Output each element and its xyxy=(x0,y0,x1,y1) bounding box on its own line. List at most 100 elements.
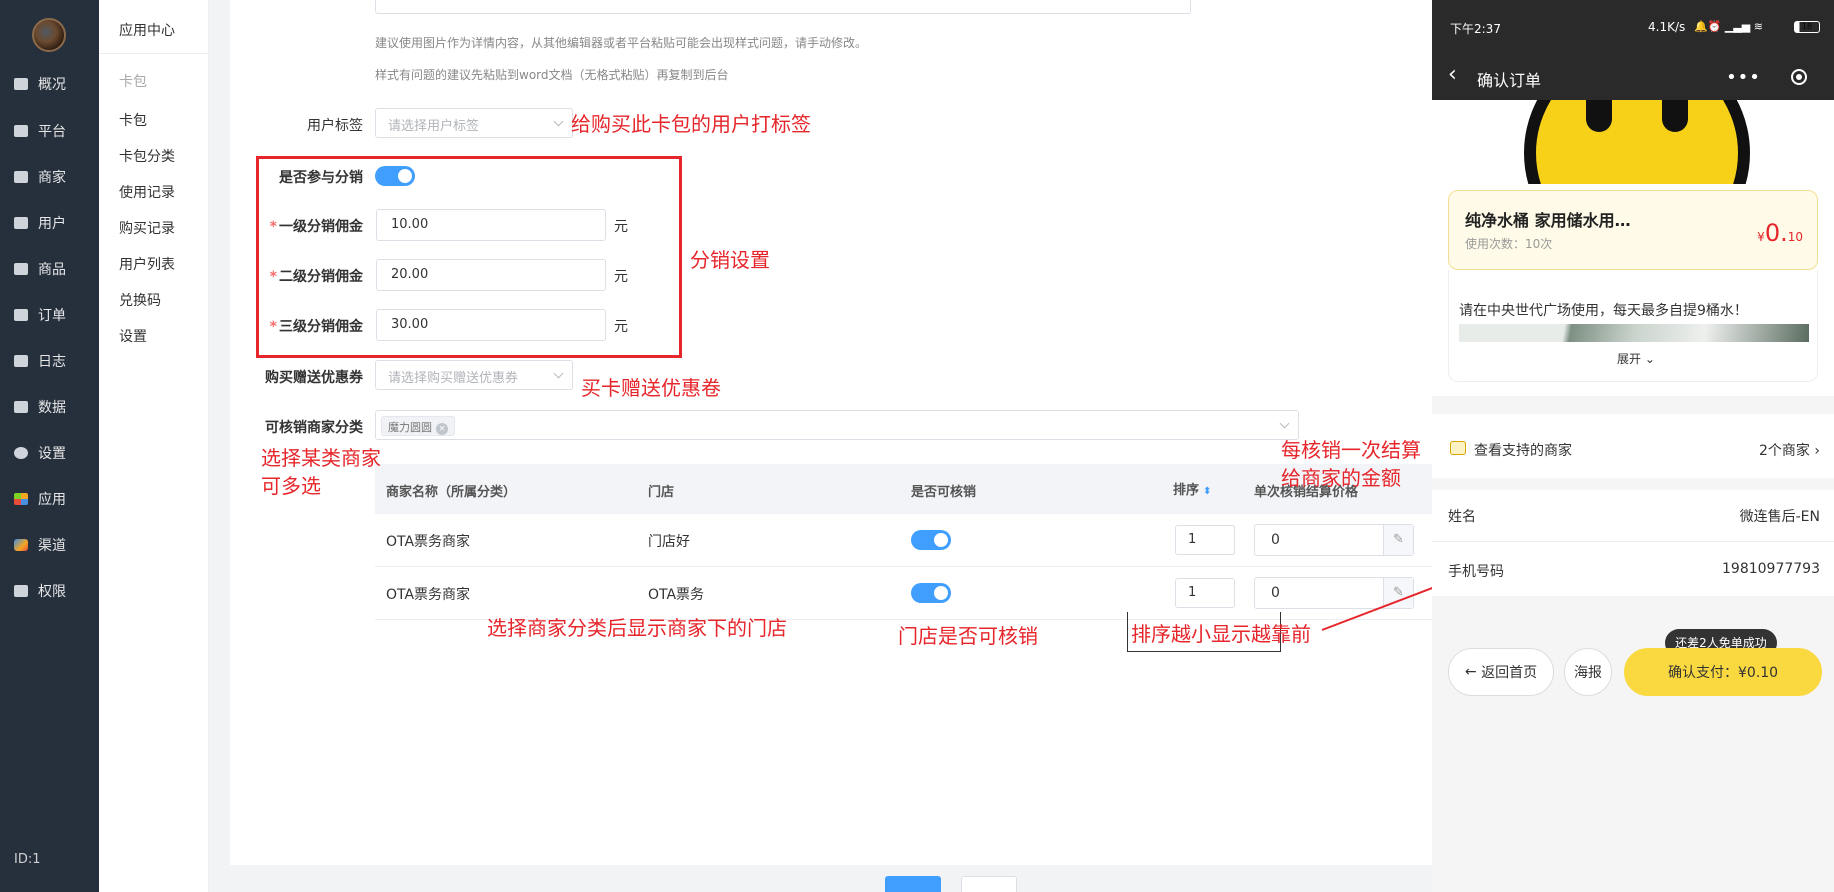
row2-enabled-toggle[interactable] xyxy=(911,583,951,603)
product-image xyxy=(1504,100,1770,184)
annotation-stores: 选择商家分类后显示商家下的门店 xyxy=(487,616,787,640)
product-name: 纯净水桶 家用储水用… xyxy=(1465,211,1631,230)
annotation-multi-select: 可多选 xyxy=(261,474,321,498)
smiley-face xyxy=(1524,100,1750,184)
sidebar-item-permission[interactable]: 权限 xyxy=(0,573,99,609)
dashboard-icon xyxy=(14,78,28,90)
rich-editor-bottom[interactable] xyxy=(375,0,1191,14)
main-content: 建议使用图片作为详情内容，从其他编辑器或者平台粘贴可能会出现样式问题，请手动修改… xyxy=(230,0,1432,892)
more-icon[interactable]: ••• xyxy=(1716,62,1771,92)
close-target-icon[interactable] xyxy=(1771,62,1826,92)
user-tag-placeholder: 请选择用户标签 xyxy=(388,119,480,134)
pagination-page-1[interactable] xyxy=(885,876,941,892)
main-sidebar: 概况 平台 商家 用户 商品 订单 日志 数据 设置 应用 渠道 权限 ID:1 xyxy=(0,0,99,892)
sidebar-item-channel[interactable]: 渠道 xyxy=(0,527,99,563)
name-label: 姓名 xyxy=(1448,509,1476,525)
coupon-select[interactable]: 请选择购买赠送优惠券 xyxy=(375,360,573,390)
confirm-pay-label: 确认支付：¥0.10 xyxy=(1667,665,1779,681)
section-gap xyxy=(1432,478,1834,490)
subnav-item-user-list[interactable]: 用户列表 xyxy=(119,254,175,274)
row1-enabled-toggle[interactable] xyxy=(911,530,951,550)
battery-level: 18 xyxy=(1801,22,1813,31)
phone-nav-bar: ‹ 确认订单 ••• xyxy=(1432,54,1834,100)
row2-store: OTA票务 xyxy=(648,587,705,603)
app-logo[interactable] xyxy=(32,18,66,52)
price-symbol: ¥ xyxy=(1757,230,1765,244)
close-icon[interactable]: × xyxy=(436,423,448,435)
confirm-pay-button[interactable]: 确认支付：¥0.10 xyxy=(1624,648,1822,696)
name-value: 微连售后-EN xyxy=(1739,509,1820,525)
th-merchant: 商家名称（所属分类） xyxy=(386,485,517,500)
cube-icon xyxy=(14,539,28,551)
store-icon xyxy=(1450,441,1466,455)
user-tag-select[interactable]: 请选择用户标签 xyxy=(375,108,573,138)
sidebar-item-data[interactable]: 数据 xyxy=(0,389,99,425)
th-sort[interactable]: 排序 ⬍ xyxy=(1173,479,1211,498)
subnav-item-purchase-log[interactable]: 购买记录 xyxy=(119,218,175,238)
sidebar-item-overview[interactable]: 概况 xyxy=(0,66,99,102)
sidebar-item-user[interactable]: 用户 xyxy=(0,205,99,241)
poster-button[interactable]: 海报 xyxy=(1564,648,1612,696)
sub-navigation: 应用中心 卡包 卡包 卡包分类 使用记录 购买记录 用户列表 兑换码 设置 xyxy=(99,0,209,892)
user-id-label: ID:1 xyxy=(14,852,41,867)
merchant-category-select[interactable] xyxy=(375,410,1299,440)
sidebar-item-label: 商品 xyxy=(38,262,66,278)
nav-title: 确认订单 xyxy=(1477,71,1542,90)
row-divider xyxy=(375,566,1432,567)
battery-icon: 18 xyxy=(1794,21,1820,33)
annotation-merchant-cat: 选择某类商家 xyxy=(261,446,381,470)
row1-store: 门店好 xyxy=(648,534,690,550)
page-footer xyxy=(209,865,1432,892)
view-merchants-label: 查看支持的商家 xyxy=(1474,443,1572,459)
subnav-item-redeem-code[interactable]: 兑换码 xyxy=(119,290,161,310)
merchant-category-tag[interactable]: 魔力圆圆 × xyxy=(381,416,455,436)
annotation-user-tag: 给购买此卡包的用户打标签 xyxy=(571,112,811,136)
coupon-placeholder: 请选择购买赠送优惠券 xyxy=(388,371,519,386)
expand-button[interactable]: 展开 ⌄ xyxy=(1617,350,1655,367)
order-icon xyxy=(14,309,28,321)
sidebar-item-label: 渠道 xyxy=(38,538,66,554)
sidebar-item-label: 商家 xyxy=(38,170,66,186)
view-merchants-link[interactable]: 2个商家 › xyxy=(1759,440,1820,460)
chevron-down-icon: ⌄ xyxy=(1641,352,1655,366)
th-store: 门店 xyxy=(648,485,675,500)
goods-icon xyxy=(14,263,28,275)
chevron-right-icon: › xyxy=(1809,443,1820,459)
back-home-button[interactable]: ← 返回首页 xyxy=(1448,648,1554,696)
sidebar-item-settings[interactable]: 设置 xyxy=(0,435,99,471)
row2-sort-input[interactable]: 1 xyxy=(1175,578,1235,608)
sort-caret-icon[interactable]: ⬍ xyxy=(1203,486,1211,497)
status-icons: 🔔⏰ ▁▃▅ ≋ xyxy=(1694,20,1763,33)
row1-sort-input[interactable]: 1 xyxy=(1175,525,1235,555)
subnav-item-card[interactable]: 卡包 xyxy=(119,110,147,130)
sidebar-item-merchant[interactable]: 商家 xyxy=(0,159,99,195)
product-price: ¥0.10 xyxy=(1757,219,1803,247)
subnav-group-label: 卡包 xyxy=(119,74,147,90)
smiley-eye xyxy=(1662,100,1688,132)
annotation-distribution: 分销设置 xyxy=(690,248,770,272)
subnav-item-settings[interactable]: 设置 xyxy=(119,326,147,346)
editor-hint: 建议使用图片作为详情内容，从其他编辑器或者平台粘贴可能会出现样式问题，请手动修改… xyxy=(375,36,868,50)
sidebar-item-log[interactable]: 日志 xyxy=(0,343,99,379)
annotation-store-enabled: 门店是否可核销 xyxy=(898,624,1038,648)
sidebar-item-platform[interactable]: 平台 xyxy=(0,113,99,149)
subnav-item-card-category[interactable]: 卡包分类 xyxy=(119,146,175,166)
back-home-label: 返回首页 xyxy=(1481,665,1538,681)
row2-price: 0 xyxy=(1271,585,1280,601)
sidebar-item-label: 设置 xyxy=(38,446,66,462)
price-int: 0. xyxy=(1764,219,1788,247)
subnav-item-usage-log[interactable]: 使用记录 xyxy=(119,182,175,202)
annotation-sort: 排序越小显示越靠前 xyxy=(1131,622,1311,646)
pagination-page-2[interactable] xyxy=(961,876,1017,892)
phone-label: 手机号码 xyxy=(1448,564,1504,580)
back-arrow-icon[interactable]: ‹ xyxy=(1448,64,1457,86)
sidebar-item-goods[interactable]: 商品 xyxy=(0,251,99,287)
sidebar-item-apps[interactable]: 应用 xyxy=(0,481,99,517)
sidebar-item-order[interactable]: 订单 xyxy=(0,297,99,333)
distribution-highlight-box xyxy=(256,156,682,358)
th-sort-label: 排序 xyxy=(1173,483,1200,498)
editor-hint-2: 样式有问题的建议先粘贴到word文档（无格式粘贴）再复制到后台 xyxy=(375,68,729,82)
description-image xyxy=(1459,324,1809,342)
annotation-coupon: 买卡赠送优惠卷 xyxy=(581,376,721,400)
sidebar-item-label: 应用 xyxy=(38,492,66,508)
